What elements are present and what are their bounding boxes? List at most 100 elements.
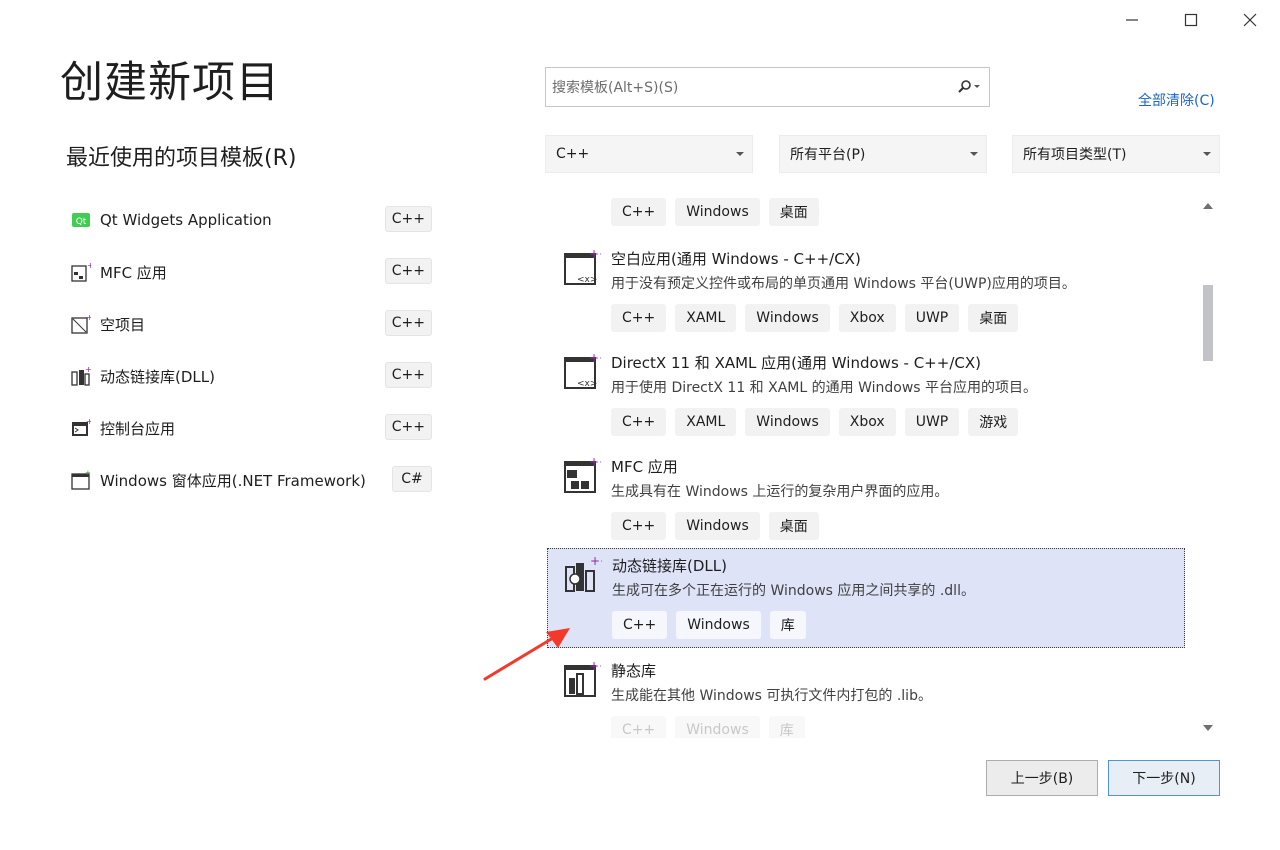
tag: 桌面 xyxy=(968,304,1019,332)
language-badge: C++ xyxy=(384,258,432,284)
tag: XAML xyxy=(675,304,737,332)
template-item-directx-xaml-app[interactable]: <x> ++ DirectX 11 和 XAML 应用(通用 Windows - … xyxy=(547,346,1185,446)
tag: XAML xyxy=(675,408,737,436)
empty-project-icon: + xyxy=(70,313,92,335)
recent-item-label: Windows 窗体应用(.NET Framework) xyxy=(100,471,366,490)
dll-icon: + xyxy=(70,365,92,387)
recent-item-console-app[interactable]: + 控制台应用 C++ xyxy=(66,412,436,444)
tag: UWP xyxy=(904,304,960,332)
svg-text:++: ++ xyxy=(589,456,601,469)
tag: Windows xyxy=(745,408,830,436)
tag: C++ xyxy=(611,198,667,226)
tag: 桌面 xyxy=(768,198,819,226)
template-description: 用于使用 DirectX 11 和 XAML 的通用 Windows 平台应用的… xyxy=(611,380,1038,396)
close-button[interactable] xyxy=(1220,0,1280,40)
minimize-button[interactable] xyxy=(1102,0,1162,40)
tag: 游戏 xyxy=(968,408,1019,436)
recent-item-dll[interactable]: + 动态链接库(DLL) C++ xyxy=(66,360,436,392)
tag: Xbox xyxy=(838,304,896,332)
language-badge: C# xyxy=(392,466,432,492)
template-item-partial[interactable]: C++ Windows 桌面 xyxy=(547,192,1185,236)
maximize-icon xyxy=(1184,13,1198,27)
project-type-filter-dropdown[interactable]: 所有项目类型(T) xyxy=(1012,135,1220,173)
language-badge: C++ xyxy=(384,362,432,388)
console-app-icon: + xyxy=(70,417,92,439)
page-title: 创建新项目 xyxy=(60,58,280,108)
template-item-static-lib[interactable]: ++ 静态库 生成能在其他 Windows 可执行文件内打包的 .lib。 C+… xyxy=(547,654,1185,738)
tag: C++ xyxy=(611,408,667,436)
template-description: 生成能在其他 Windows 可执行文件内打包的 .lib。 xyxy=(611,688,932,704)
platform-filter-dropdown[interactable]: 所有平台(P) xyxy=(779,135,987,173)
chevron-down-icon xyxy=(962,151,986,157)
template-item-mfc-app[interactable]: ++ MFC 应用 生成具有在 Windows 上运行的复杂用户界面的应用。 C… xyxy=(547,450,1185,550)
search-input[interactable]: 搜索模板(Alt+S)(S) xyxy=(552,77,949,97)
search-icon[interactable] xyxy=(949,80,989,94)
template-name: 空白应用(通用 Windows - C++/CX) xyxy=(611,250,861,268)
template-description: 生成具有在 Windows 上运行的复杂用户界面的应用。 xyxy=(611,484,949,500)
svg-text:+: + xyxy=(85,470,91,477)
winforms-icon: + xyxy=(70,469,92,491)
maximize-button[interactable] xyxy=(1161,0,1221,40)
template-name: MFC 应用 xyxy=(611,458,678,476)
dll-icon: ++ xyxy=(565,555,602,592)
scrollbar-thumb[interactable] xyxy=(1203,285,1213,361)
recent-templates-heading: 最近使用的项目模板(R) xyxy=(66,146,297,171)
recent-item-qt-widgets[interactable]: Qt Qt Widgets Application C++ xyxy=(66,204,436,236)
recent-item-empty-project[interactable]: + 空项目 C++ xyxy=(66,308,436,340)
chevron-down-icon xyxy=(1195,151,1219,157)
template-description: 用于没有预定义控件或布局的单页通用 Windows 平台(UWP)应用的项目。 xyxy=(611,276,1076,292)
template-name: 动态链接库(DLL) xyxy=(612,557,727,575)
tag: Windows xyxy=(675,512,760,540)
svg-text:<x>: <x> xyxy=(577,379,597,389)
template-list-scrollbar[interactable] xyxy=(1199,196,1217,738)
next-button[interactable]: 下一步(N) xyxy=(1108,760,1220,796)
uwp-blank-app-icon: <x> ++ xyxy=(564,248,601,285)
svg-text:++: ++ xyxy=(589,352,601,365)
recent-item-mfc-app[interactable]: + MFC 应用 C++ xyxy=(66,256,436,288)
recent-item-winforms[interactable]: + Windows 窗体应用(.NET Framework) C# xyxy=(66,464,436,496)
svg-text:+: + xyxy=(86,314,91,322)
tag: C++ xyxy=(612,611,668,639)
back-button[interactable]: 上一步(B) xyxy=(986,760,1098,796)
svg-text:<x>: <x> xyxy=(577,275,597,285)
clear-all-link[interactable]: 全部清除(C) xyxy=(1138,90,1215,110)
tag: 库 xyxy=(768,716,805,738)
tag: Windows xyxy=(675,198,760,226)
close-icon xyxy=(1243,13,1257,27)
language-filter-value: C++ xyxy=(556,146,590,162)
directx-xaml-app-icon: <x> ++ xyxy=(564,352,601,389)
platform-filter-value: 所有平台(P) xyxy=(790,147,866,163)
tag: 库 xyxy=(769,611,806,639)
svg-text:+: + xyxy=(86,418,91,426)
language-filter-dropdown[interactable]: C++ xyxy=(545,135,753,173)
svg-text:+: + xyxy=(87,262,91,270)
template-item-uwp-blank-app[interactable]: <x> ++ 空白应用(通用 Windows - C++/CX) 用于没有预定义控… xyxy=(547,242,1185,342)
tag: UWP xyxy=(904,408,960,436)
minimize-icon xyxy=(1126,19,1138,21)
tag: 桌面 xyxy=(768,512,819,540)
tag: Windows xyxy=(675,716,760,738)
annotation-arrow-icon xyxy=(483,628,570,681)
tag: C++ xyxy=(611,716,667,738)
svg-text:++: ++ xyxy=(590,555,602,568)
template-search-box[interactable]: 搜索模板(Alt+S)(S) xyxy=(545,67,990,107)
project-type-filter-value: 所有项目类型(T) xyxy=(1023,147,1127,163)
language-badge: C++ xyxy=(384,414,432,440)
scroll-up-icon[interactable] xyxy=(1202,202,1214,210)
template-description: 生成可在多个正在运行的 Windows 应用之间共享的 .dll。 xyxy=(612,583,975,599)
mfc-app-icon: ++ xyxy=(564,456,601,493)
scroll-down-icon[interactable] xyxy=(1202,724,1214,732)
template-name: DirectX 11 和 XAML 应用(通用 Windows - C++/CX… xyxy=(611,354,981,372)
svg-text:++: ++ xyxy=(589,248,601,261)
tag: Xbox xyxy=(838,408,896,436)
qt-icon: Qt xyxy=(70,209,92,231)
svg-text:Qt: Qt xyxy=(76,217,87,227)
chevron-down-icon xyxy=(728,151,752,157)
template-name: 静态库 xyxy=(611,662,657,680)
tag: C++ xyxy=(611,304,667,332)
language-badge: C++ xyxy=(384,206,432,232)
tag: Windows xyxy=(745,304,830,332)
mfc-app-icon: + xyxy=(70,261,92,283)
template-list[interactable]: C++ Windows 桌面 <x> ++ 空白应用(通用 Windows - C… xyxy=(545,192,1193,738)
template-item-dll[interactable]: ++ 动态链接库(DLL) 生成可在多个正在运行的 Windows 应用之间共享… xyxy=(547,548,1185,648)
